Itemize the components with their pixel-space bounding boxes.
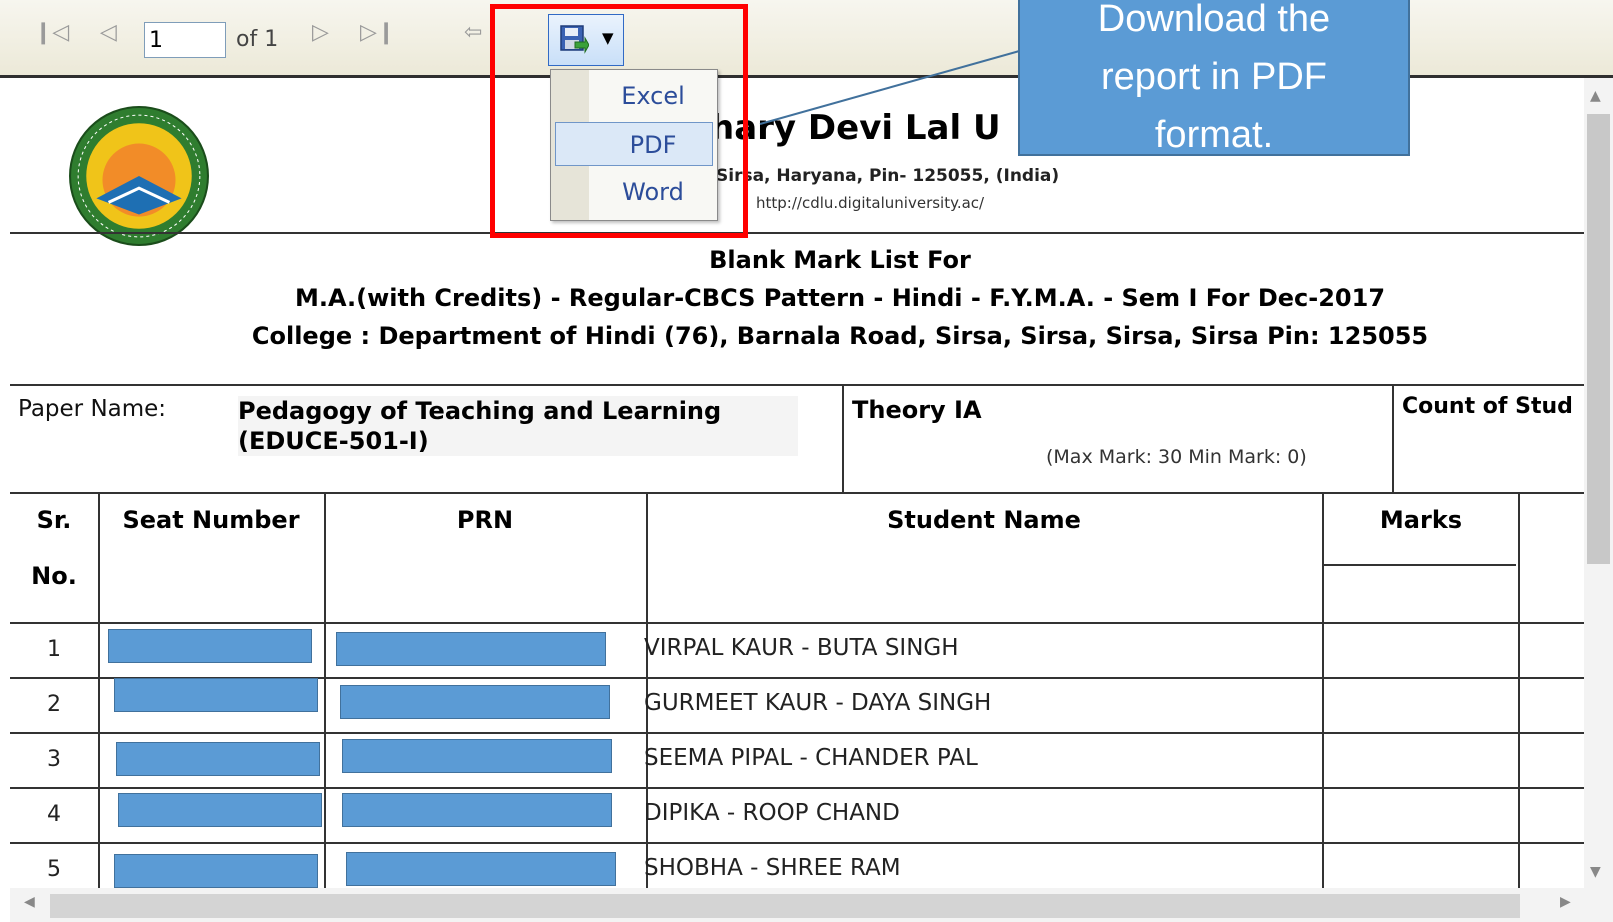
header-prn: PRN xyxy=(456,506,514,534)
divider xyxy=(10,384,1584,386)
paper-name-value: Pedagogy of Teaching and Learning (EDUCE… xyxy=(238,396,798,456)
redacted-prn xyxy=(342,739,612,773)
menu-item-pdf[interactable]: PDF xyxy=(555,122,713,166)
scroll-down-icon[interactable]: ▼ xyxy=(1590,864,1601,880)
university-name: hary Devi Lal U xyxy=(710,108,1001,148)
page-number-input[interactable] xyxy=(144,22,226,58)
prev-page-icon[interactable]: ◁ xyxy=(100,22,117,44)
header-student-name: Student Name xyxy=(887,506,1081,534)
redacted-seat-number xyxy=(114,678,318,712)
redacted-prn xyxy=(340,685,610,719)
header-no: No. xyxy=(31,562,77,590)
scroll-thumb[interactable] xyxy=(1587,114,1610,564)
callout-line: report in PDF xyxy=(1101,56,1327,98)
row-student-name: SEEMA PIPAL - CHANDER PAL xyxy=(644,745,978,771)
row-sr: 2 xyxy=(47,692,61,717)
chevron-down-icon[interactable]: ▼ xyxy=(602,29,614,47)
redacted-prn xyxy=(342,793,612,827)
row-sr: 3 xyxy=(47,747,61,772)
row-sr: 1 xyxy=(47,637,61,662)
row-sr: 5 xyxy=(47,857,61,882)
scroll-thumb[interactable] xyxy=(50,894,1520,918)
divider xyxy=(1392,384,1394,494)
divider xyxy=(842,384,844,494)
university-url[interactable]: http://cdlu.digitaluniversity.ac/ xyxy=(756,194,984,212)
student-count-label: Count of Stud xyxy=(1402,394,1573,419)
scroll-left-icon[interactable]: ◀ xyxy=(24,894,35,910)
callout-line: format. xyxy=(1154,114,1274,156)
university-logo xyxy=(69,106,209,246)
divider xyxy=(10,622,1584,624)
export-format-menu: Excel PDF Word xyxy=(550,69,718,221)
last-page-icon[interactable]: ▷❙ xyxy=(360,22,395,44)
menu-item-word[interactable]: Word xyxy=(555,170,713,214)
report-title: Blank Mark List For xyxy=(709,246,971,274)
next-page-icon[interactable]: ▷ xyxy=(312,22,329,44)
divider xyxy=(1324,564,1516,566)
paper-name-line: Pedagogy of Teaching and Learning xyxy=(238,397,722,425)
university-address: Sirsa, Haryana, Pin- 125055, (India) xyxy=(716,166,1060,186)
divider xyxy=(1322,492,1324,888)
scroll-right-icon[interactable]: ▶ xyxy=(1560,894,1571,910)
header-seat-number: Seat Number xyxy=(122,506,300,534)
row-student-name: DIPIKA - ROOP CHAND xyxy=(644,800,900,826)
first-page-icon[interactable]: ❙◁ xyxy=(34,22,69,44)
row-student-name: SHOBHA - SHREE RAM xyxy=(644,855,901,881)
max-min-marks: (Max Mark: 30 Min Mark: 0) xyxy=(1046,446,1307,468)
report-page: hary Devi Lal U Sirsa, Haryana, Pin- 125… xyxy=(10,78,1584,888)
divider xyxy=(324,492,326,888)
horizontal-scrollbar[interactable]: ◀ ▶ xyxy=(10,888,1613,922)
header-sr: Sr. xyxy=(36,506,72,534)
download-callout: Download the report in PDF format. xyxy=(1018,0,1410,156)
redacted-prn xyxy=(346,852,616,886)
report-college: College : Department of Hindi (76), Barn… xyxy=(251,322,1429,350)
export-save-icon xyxy=(560,25,589,54)
theory-label: Theory IA xyxy=(852,396,982,424)
row-student-name: VIRPAL KAUR - BUTA SINGH xyxy=(644,635,959,661)
redacted-seat-number xyxy=(118,793,322,827)
redacted-seat-number xyxy=(108,629,312,663)
paper-name-label: Paper Name: xyxy=(18,396,167,422)
page-count-label: of 1 xyxy=(236,27,279,52)
menu-item-excel[interactable]: Excel xyxy=(555,74,713,118)
redacted-seat-number xyxy=(114,854,318,888)
vertical-scrollbar[interactable]: ▲ ▼ xyxy=(1584,78,1613,888)
divider xyxy=(10,232,1584,234)
row-sr: 4 xyxy=(47,802,61,827)
paper-code-line: (EDUCE-501-I) xyxy=(238,427,429,455)
redacted-seat-number xyxy=(116,742,320,776)
scroll-up-icon[interactable]: ▲ xyxy=(1590,88,1601,104)
divider xyxy=(10,492,1584,494)
divider xyxy=(10,732,1584,734)
divider xyxy=(1518,492,1520,888)
divider xyxy=(10,787,1584,789)
redacted-prn xyxy=(336,632,606,666)
row-student-name: GURMEET KAUR - DAYA SINGH xyxy=(644,690,992,716)
report-course: M.A.(with Credits) - Regular-CBCS Patter… xyxy=(294,284,1386,312)
callout-line: Download the xyxy=(1097,0,1331,40)
header-marks: Marks xyxy=(1379,506,1463,534)
divider xyxy=(10,842,1584,844)
export-button[interactable]: ▼ xyxy=(548,14,624,66)
divider xyxy=(98,492,100,888)
back-icon[interactable]: ⇦ xyxy=(464,22,482,44)
